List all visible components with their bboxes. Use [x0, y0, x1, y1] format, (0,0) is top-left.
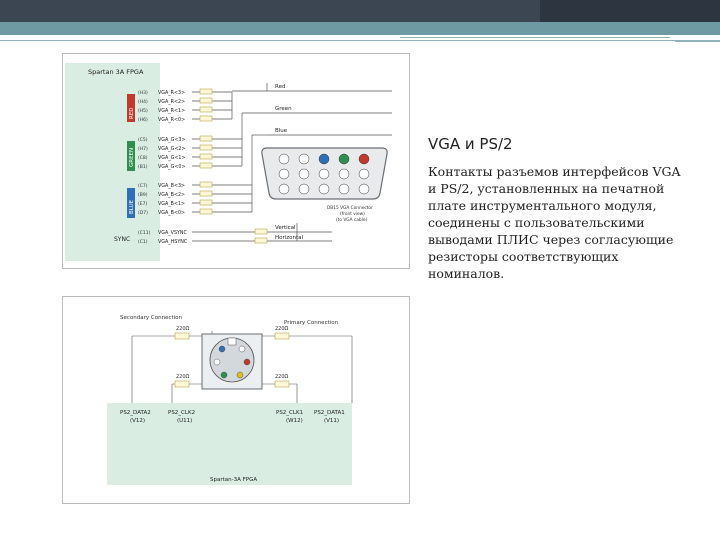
pin-label: (C8)	[138, 155, 148, 161]
pin-label: (H4)	[138, 99, 148, 105]
signal-label: VGA_HSYNC	[158, 239, 188, 245]
ps2-data1-pin: (V11)	[324, 418, 339, 424]
ps2-data1-label: PS2_DATA1	[314, 410, 345, 416]
ps2-clk1-label: PS2_CLK1	[276, 410, 303, 416]
green-group-label: GREEN	[129, 148, 135, 167]
pin-label: (H6)	[138, 117, 148, 123]
pin-label: (H7)	[138, 146, 148, 152]
fpga-label: Spartan 3A FPGA	[88, 68, 144, 76]
ps2-clk2-pin: (U11)	[177, 418, 192, 424]
signal-label: VGA_R<3>	[158, 90, 185, 96]
divider-line	[0, 40, 720, 41]
signal-label: VGA_R<1>	[158, 108, 185, 114]
red-group-label: RED	[129, 107, 135, 119]
resistor-value: 220Ω	[275, 326, 289, 332]
vga-schematic: Spartan 3A FPGA RED GREEN BLUE SYNC (H3)…	[62, 53, 410, 269]
pin-label: (B9)	[138, 192, 148, 198]
pin-label: (C5)	[138, 137, 148, 143]
fpga-label: Spartan-3A FPGA	[210, 477, 257, 483]
pin-label: (H5)	[138, 108, 148, 114]
resistor-value: 220Ω	[275, 374, 289, 380]
connector-label-view: (front view)	[340, 211, 365, 217]
blue-group-label: BLUE	[129, 199, 135, 214]
pin-label: (E7)	[138, 201, 147, 207]
signal-label: VGA_B<3>	[158, 183, 185, 189]
sync-group-label: SYNC	[114, 236, 130, 243]
ps2-clk1-pin: (W12)	[286, 418, 303, 424]
green-output-label: Green	[275, 106, 292, 112]
signal-label: VGA_R<0>	[158, 117, 185, 123]
connector-label-cable: (to VGA cable)	[336, 217, 367, 223]
signal-label: VGA_B<0>	[158, 210, 185, 216]
pin-label: (C11)	[138, 230, 151, 236]
signal-label: VGA_VSYNC	[158, 230, 188, 236]
ps2-schematic: Secondary Connection Primary Connection …	[62, 296, 410, 504]
signal-label: VGA_B<2>	[158, 192, 185, 198]
secondary-connection-label: Secondary Connection	[120, 315, 183, 321]
signal-label: VGA_G<1>	[158, 155, 186, 161]
signal-label: VGA_G<0>	[158, 164, 186, 170]
red-output-label: Red	[275, 84, 285, 90]
accent-band	[0, 22, 720, 35]
pin-label: (H3)	[138, 90, 148, 96]
divider-line-short	[400, 37, 670, 38]
vsync-output-label: Vertical	[275, 225, 296, 231]
primary-connection-label: Primary Connection	[284, 320, 339, 326]
pin-label: (C1)	[138, 239, 148, 245]
signal-label: VGA_G<2>	[158, 146, 186, 152]
resistor-value: 220Ω	[176, 374, 190, 380]
connector-label: DB15 VGA Connector	[327, 205, 373, 211]
ps2-data2-label: PS2_DATA2	[120, 410, 151, 416]
slide-description: Контакты разъемов интерфейсов VGA и PS/2…	[428, 164, 681, 281]
divider-line-right	[675, 40, 720, 42]
pin-label: (D7)	[138, 210, 148, 216]
ps2-data2-pin: (V12)	[130, 418, 145, 424]
hsync-output-label: Horizontal	[275, 235, 304, 241]
signal-label: VGA_B<1>	[158, 201, 185, 207]
blue-output-label: Blue	[275, 128, 288, 134]
signal-label: VGA_R<2>	[158, 99, 185, 105]
pin-label: (C7)	[138, 183, 148, 189]
resistor-value: 220Ω	[176, 326, 190, 332]
slide-title: VGA и PS/2	[428, 135, 513, 153]
signal-label: VGA_G<3>	[158, 137, 186, 143]
top-bar-dark-segment	[540, 0, 720, 22]
ps2-clk2-label: PS2_CLK2	[168, 410, 195, 416]
pin-label: (B1)	[138, 164, 148, 170]
